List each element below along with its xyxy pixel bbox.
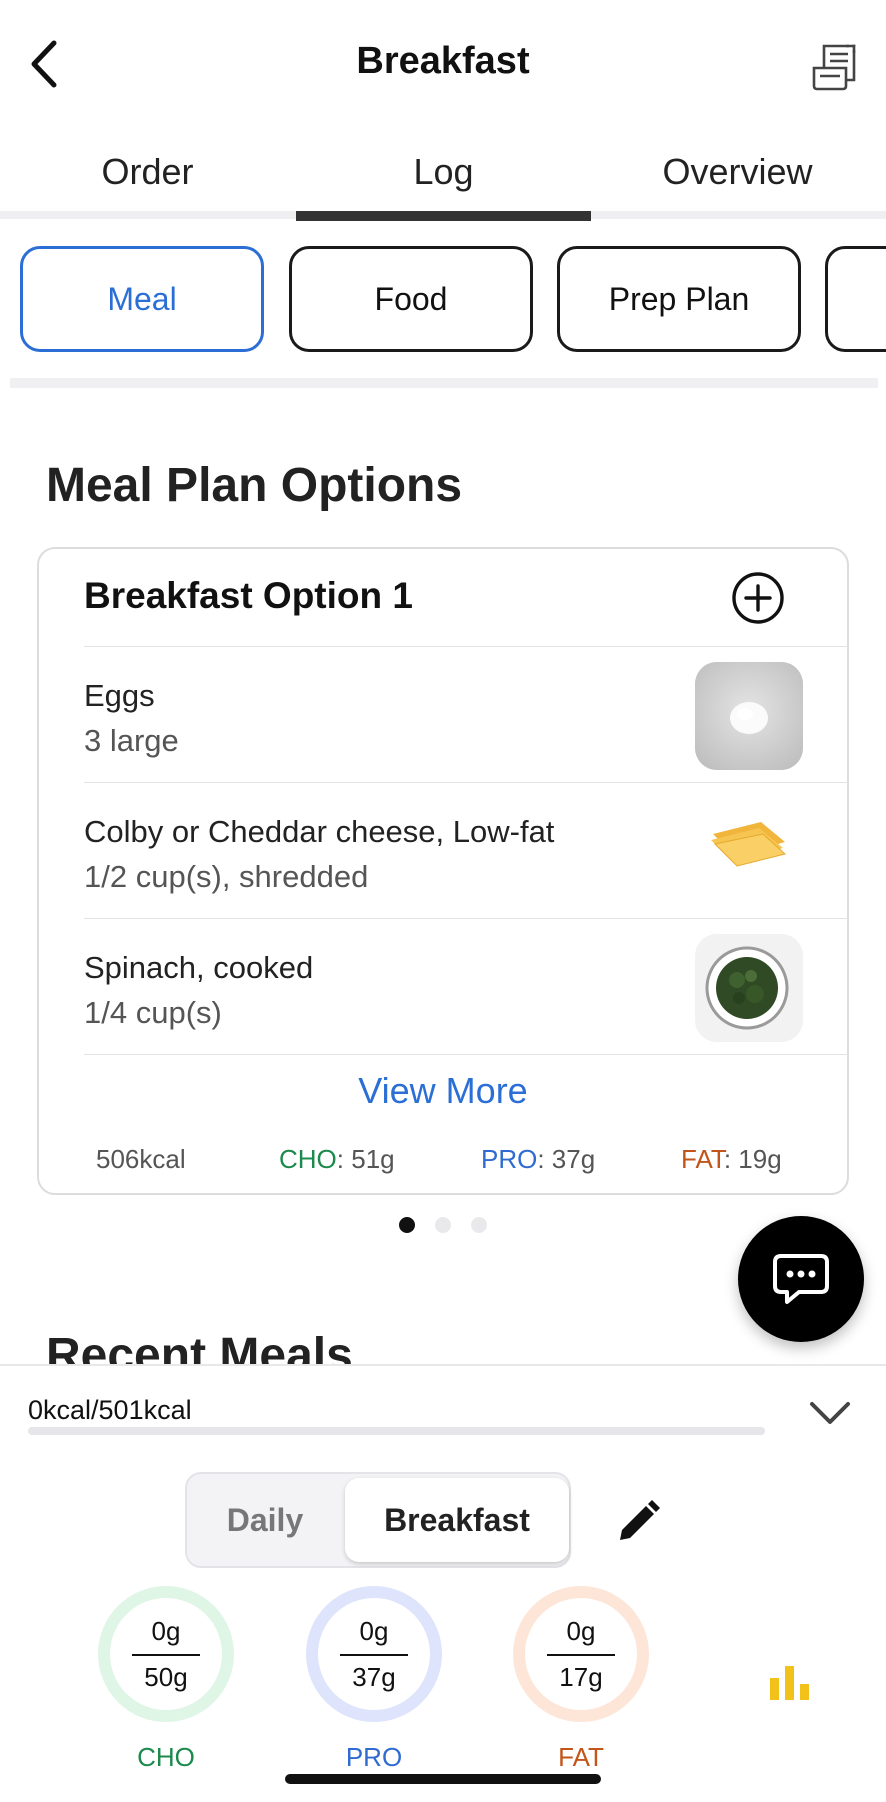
macro-pro: PRO: 37g [481,1144,595,1175]
page-title: Breakfast [356,40,530,82]
kcal-progress-text: 0kcal/501kcal [28,1395,192,1425]
divider [132,1654,200,1656]
chip-more[interactable] [825,246,886,352]
kcal-progress-bar [28,1427,765,1435]
pager-dot[interactable] [471,1217,487,1233]
chip-meal[interactable]: Meal [20,246,264,352]
chevron-down-icon [810,1402,850,1424]
tab-overview[interactable]: Overview [590,140,885,220]
view-more-link[interactable]: View More [0,1070,886,1112]
fat-label: FAT [558,1742,604,1772]
divider [84,782,849,783]
stats-button[interactable] [768,1662,812,1702]
kcal-total: 506kcal [96,1144,186,1174]
macro-value: : 37g [537,1144,596,1174]
pencil-icon [620,1500,660,1540]
spinach-bowl-photo [695,934,803,1042]
food-item-name: Colby or Cheddar cheese, Low-fat [84,814,555,849]
log-type-chips: Meal Food Prep Plan [0,246,886,360]
pro-current: 0g [359,1616,389,1646]
meal-option-title: Breakfast Option 1 [84,575,413,616]
fat-current: 0g [566,1616,596,1646]
plus-circle-icon [732,572,784,624]
receipt-button[interactable] [810,42,860,92]
food-item-quantity: 3 large [84,723,179,758]
recent-meals-section: Recent Meals [0,1320,886,1365]
divider [10,378,878,388]
macro-label: PRO [481,1144,538,1174]
tab-log[interactable]: Log [296,140,591,220]
macro-label: CHO [279,1144,337,1174]
egg-photo [695,662,803,770]
recent-meals-title: Recent Meals [46,1329,353,1365]
edit-button[interactable] [612,1498,662,1548]
tab-order[interactable]: Order [0,140,295,220]
bar-chart-icon [770,1666,809,1700]
receipt-icon [812,44,856,91]
divider [84,646,849,647]
segment-breakfast[interactable]: Breakfast [345,1478,569,1562]
divider [84,1054,849,1055]
tab-bar: Order Log Overview [0,140,886,220]
home-indicator [285,1774,601,1784]
fat-target: 17g [559,1662,603,1692]
pro-label: PRO [345,1742,403,1772]
macro-value: : 19g [723,1144,782,1174]
macro-fat: FAT: 19g [681,1144,782,1175]
section-title: Meal Plan Options [46,459,463,512]
divider [340,1654,408,1656]
chat-bubble-icon [773,1254,829,1304]
food-item-name: Eggs [84,678,155,713]
cho-current: 0g [151,1616,181,1646]
pager-dot-active[interactable] [399,1217,415,1233]
pager-dot[interactable] [435,1217,451,1233]
divider [547,1654,615,1656]
food-item-name: Spinach, cooked [84,950,314,985]
cho-target: 50g [144,1662,188,1692]
add-meal-button[interactable] [731,571,785,625]
tab-active-indicator [296,211,591,221]
cho-label: CHO [137,1742,195,1772]
pro-target: 37g [352,1662,396,1692]
divider [84,918,849,919]
food-item-quantity: 1/2 cup(s), shredded [84,859,369,894]
summary-scope-toggle: Daily Breakfast [185,1472,571,1568]
chip-food[interactable]: Food [289,246,533,352]
macro-label: FAT [681,1144,724,1174]
collapse-button[interactable] [806,1396,854,1432]
segment-daily[interactable]: Daily [187,1474,343,1566]
food-item-quantity: 1/4 cup(s) [84,995,222,1030]
chat-button[interactable] [738,1216,864,1342]
chip-prep-plan[interactable]: Prep Plan [557,246,801,352]
macro-value: : 51g [336,1144,395,1174]
cheese-slices-photo [695,798,803,906]
macro-cho: CHO: 51g [279,1144,395,1175]
